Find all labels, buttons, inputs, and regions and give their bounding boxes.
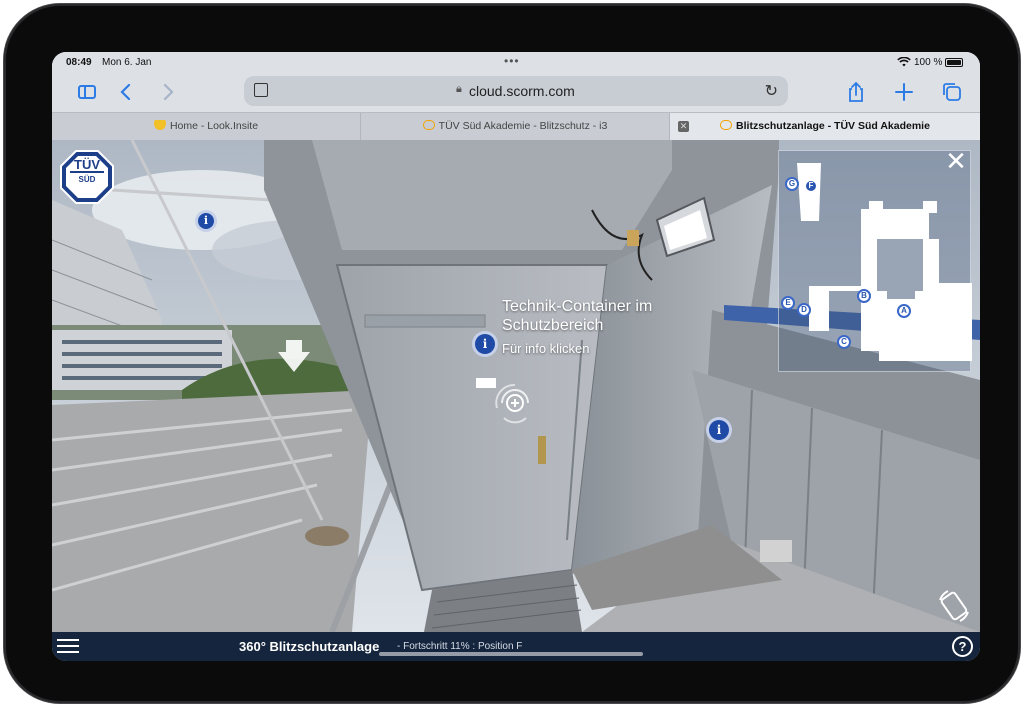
- address-bar[interactable]: 🔒︎ cloud.scorm.com ↻: [244, 76, 788, 106]
- hotspot-title-line2: Schutzbereich: [502, 317, 604, 334]
- reload-icon[interactable]: ↻: [765, 81, 778, 101]
- tab-label: Home - Look.Insite: [169, 120, 259, 132]
- chevron-left-icon: [120, 83, 131, 101]
- tab-blitzschutzanlage[interactable]: Blitzschutzanlage - TÜV Süd Akademie: [670, 113, 980, 140]
- ipad-frame: 08:49 Mon 6. Jan ••• 100 % 🔒︎ cloud.scor…: [4, 4, 1020, 703]
- tab-label: Blitzschutzanlage - TÜV Süd Akademie: [736, 120, 930, 132]
- tab-overview-button[interactable]: [940, 80, 964, 104]
- tour-bottom-bar: 360° Blitzschutzanlage - Fortschritt 11%…: [52, 632, 980, 661]
- info-hotspot-wall[interactable]: i: [706, 417, 732, 443]
- panorama-viewer[interactable]: TÜV SÜD i i i Technik-Container im Schut…: [52, 140, 980, 632]
- hotspot-title-line1: Technik-Container im: [502, 298, 653, 315]
- chevron-right-icon: [163, 83, 174, 101]
- floor-plan-minimap[interactable]: G F E D B A C: [778, 150, 972, 372]
- tuv-sud-logo: TÜV SÜD: [60, 150, 114, 204]
- minimap-marker-e[interactable]: E: [781, 296, 795, 310]
- gyroscope-icon[interactable]: [934, 586, 974, 626]
- url-text[interactable]: cloud.scorm.com: [469, 83, 575, 99]
- tab-tuv-blitzschutz-i3[interactable]: TÜV Süd Akademie - Blitzschutz - i3: [361, 113, 670, 140]
- info-hotspot[interactable]: i: [195, 210, 217, 232]
- tab-home-look-insite[interactable]: Home - Look.Insite: [52, 113, 361, 140]
- tab-close-icon[interactable]: ✕: [678, 121, 689, 132]
- cloud-favicon-icon: [720, 120, 733, 130]
- browser-toolbar: 🔒︎ cloud.scorm.com ↻: [52, 72, 980, 112]
- home-indicator[interactable]: [379, 652, 643, 656]
- tab-label: TÜV Süd Akademie - Blitzschutz - i3: [438, 120, 608, 132]
- minimap-marker-g[interactable]: G: [785, 177, 799, 191]
- sidebar-toggle-button[interactable]: [70, 80, 96, 104]
- multitasking-dots-icon[interactable]: •••: [504, 54, 520, 68]
- battery-icon: [945, 58, 963, 67]
- forward-button[interactable]: [156, 80, 180, 104]
- plus-icon: [895, 83, 913, 101]
- battery-percentage: 100 %: [914, 57, 943, 68]
- touch-zoom-icon: [492, 380, 538, 426]
- close-button[interactable]: ✕: [944, 148, 968, 174]
- minimap-marker-b[interactable]: B: [857, 289, 871, 303]
- status-bar: 08:49 Mon 6. Jan ••• 100 %: [52, 52, 980, 72]
- minimap-marker-d[interactable]: D: [797, 303, 811, 317]
- lock-icon: 🔒︎: [456, 83, 462, 95]
- share-button[interactable]: [844, 80, 868, 104]
- tabs-icon: [943, 83, 961, 101]
- tour-title: 360° Blitzschutzanlage: [239, 639, 380, 654]
- hamburger-menu-icon[interactable]: [57, 639, 79, 655]
- info-hotspot-container[interactable]: i: [472, 331, 498, 357]
- logo-text-bottom: SÜD: [79, 175, 96, 184]
- shield-favicon-icon: [153, 120, 166, 130]
- hotspot-hint: Für info klicken: [502, 341, 590, 356]
- tour-progress: - Fortschritt 11% : Position F: [397, 641, 523, 652]
- status-date: Mon 6. Jan: [102, 57, 152, 68]
- sidebar-icon: [78, 85, 96, 99]
- share-icon: [849, 81, 863, 102]
- back-button[interactable]: [114, 80, 138, 104]
- minimap-marker-c[interactable]: C: [837, 335, 851, 349]
- hotspot-tooltip[interactable]: Technik-Container im Schutzbereich Für i…: [502, 298, 652, 356]
- wifi-icon: [897, 56, 911, 70]
- minimap-marker-f[interactable]: F: [804, 179, 818, 193]
- reader-icon[interactable]: [254, 83, 268, 97]
- status-time: 08:49: [66, 57, 92, 68]
- cloud-favicon-icon: [422, 120, 435, 130]
- help-icon[interactable]: ?: [952, 636, 973, 657]
- logo-text-top: TÜV: [74, 157, 100, 172]
- minimap-marker-a[interactable]: A: [897, 304, 911, 318]
- tab-bar: Home - Look.Insite TÜV Süd Akademie - Bl…: [52, 112, 980, 140]
- screen: 08:49 Mon 6. Jan ••• 100 % 🔒︎ cloud.scor…: [52, 52, 980, 661]
- new-tab-button[interactable]: [892, 80, 916, 104]
